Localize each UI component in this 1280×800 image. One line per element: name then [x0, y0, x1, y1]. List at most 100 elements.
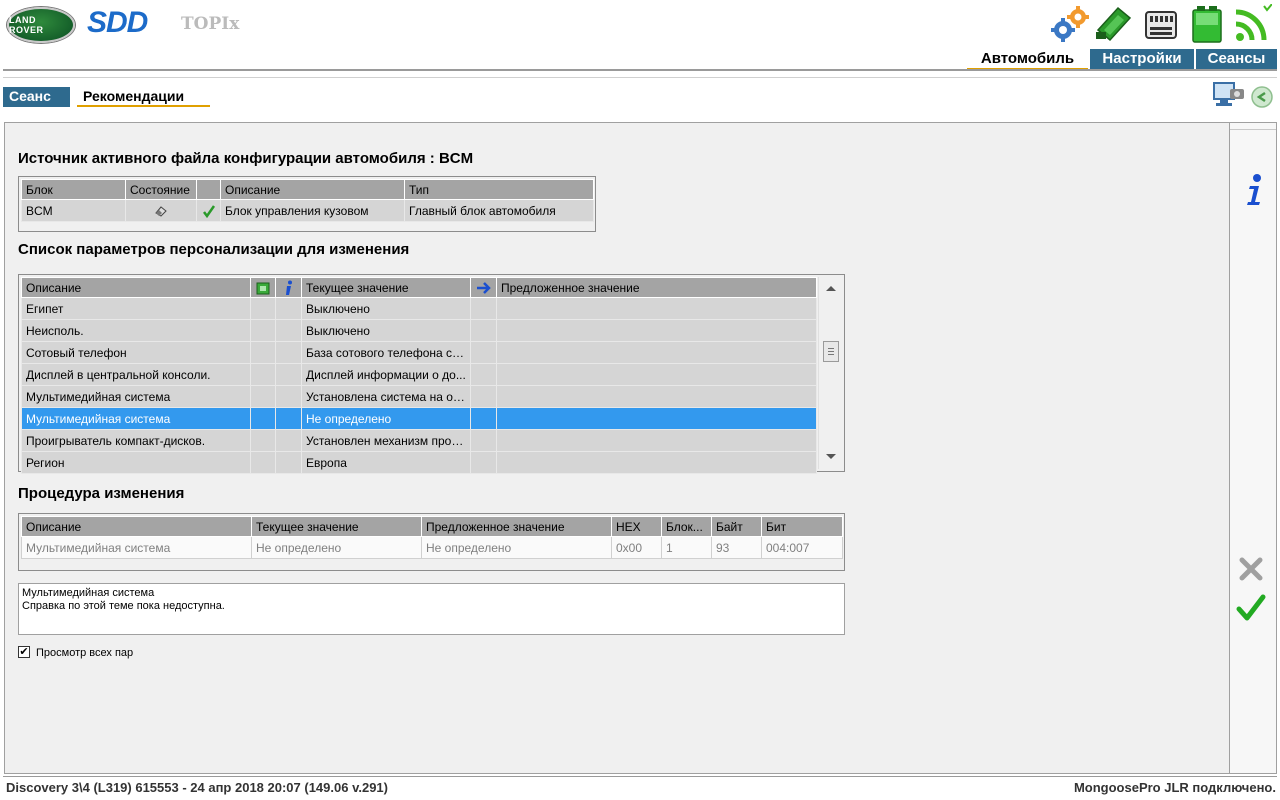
- cell-description: Мультимедийная система: [21, 385, 251, 408]
- col-header-description[interactable]: Описание: [21, 277, 251, 298]
- checkmark-icon: [202, 205, 215, 218]
- cell-arrow: [470, 319, 497, 342]
- col-header-current-value[interactable]: Текущее значение: [301, 277, 471, 298]
- cell-info: [275, 319, 302, 342]
- topix-link[interactable]: TOPIx: [181, 14, 239, 34]
- back-icon[interactable]: [1250, 85, 1274, 109]
- cell-module: [250, 297, 276, 320]
- table-row[interactable]: Египет Выключено: [21, 297, 817, 320]
- info-icon[interactable]: [1244, 173, 1264, 207]
- settings-gears-icon[interactable]: [1049, 4, 1089, 44]
- module-icon: [256, 282, 270, 295]
- cell-current: Не определено: [251, 536, 422, 559]
- tab-sessions[interactable]: Сеансы: [1196, 49, 1277, 71]
- table-row[interactable]: Неисполь. Выключено: [21, 319, 817, 342]
- col-header-block[interactable]: Блок...: [661, 516, 712, 537]
- cell-description: Мультимедийная система: [21, 536, 252, 559]
- status-divider: [3, 776, 1277, 777]
- col-header-description[interactable]: Описание: [220, 179, 405, 200]
- col-header-hex[interactable]: HEX: [611, 516, 662, 537]
- source-section-title: Источник активного файла конфигурации ав…: [18, 150, 474, 167]
- show-all-pairs-label: Просмотр всех пар: [36, 647, 134, 659]
- scroll-down-arrow-icon[interactable]: [826, 454, 836, 459]
- cell-current: База сотового телефона с b...: [301, 341, 471, 364]
- cell-module: [250, 341, 276, 364]
- col-header-description[interactable]: Описание: [21, 516, 252, 537]
- subtab-recommendations[interactable]: Рекомендации: [77, 87, 210, 107]
- cell-proposed: [496, 429, 817, 452]
- col-header-byte[interactable]: Байт: [711, 516, 762, 537]
- cell-bit: 004:007: [761, 536, 843, 559]
- tab-vehicle[interactable]: Автомобиль: [967, 49, 1088, 71]
- source-table: Блок Состояние Описание Тип BCM Блок упр…: [21, 179, 594, 222]
- table-row-selected[interactable]: Мультимедийная система Не определено: [21, 407, 817, 430]
- params-scrollbar[interactable]: [818, 277, 842, 469]
- table-row[interactable]: Мультимедийная система Установлена систем…: [21, 385, 817, 408]
- col-header-type[interactable]: Тип: [404, 179, 594, 200]
- ecu-module-icon[interactable]: [1141, 4, 1181, 44]
- cell-current: Европа: [301, 451, 471, 474]
- table-row[interactable]: Регион Европа: [21, 451, 817, 474]
- wireless-signal-icon[interactable]: [1232, 4, 1272, 44]
- cell-info: [275, 429, 302, 452]
- subnav-divider: [3, 77, 1277, 78]
- params-table: Описание Текущее значение Предложенное з…: [21, 277, 817, 474]
- scroll-thumb[interactable]: [823, 341, 839, 362]
- procedure-section-title: Процедура изменения: [18, 485, 185, 502]
- cell-arrow: [470, 407, 497, 430]
- col-header-current-value[interactable]: Текущее значение: [251, 516, 422, 537]
- table-row[interactable]: Проигрыватель компакт-дисков. Установлен …: [21, 429, 817, 452]
- help-text: Справка по этой теме пока недоступна.: [22, 600, 225, 612]
- table-row[interactable]: Сотовый телефон База сотового телефона с …: [21, 341, 817, 364]
- table-row[interactable]: Дисплей в центральной консоли. Дисплей ин…: [21, 363, 817, 386]
- col-header-proposed-value[interactable]: Предложенное значение: [421, 516, 612, 537]
- cell-current: Дисплей информации о до...: [301, 363, 471, 386]
- status-vehicle-info: Discovery 3\4 (L319) 615553 - 24 апр 201…: [6, 780, 388, 795]
- cell-info: [275, 363, 302, 386]
- col-header-arrow[interactable]: [470, 277, 497, 298]
- screenshot-icon[interactable]: [1212, 79, 1246, 109]
- table-row[interactable]: Мультимедийная система Не определено Не …: [21, 536, 843, 559]
- cell-description: Дисплей в центральной консоли.: [21, 363, 251, 386]
- main-panel: Источник активного файла конфигурации ав…: [4, 122, 1230, 774]
- cell-block: 1: [661, 536, 712, 559]
- cell-module: [250, 407, 276, 430]
- scroll-up-arrow-icon[interactable]: [826, 286, 836, 291]
- cell-proposed: [496, 407, 817, 430]
- help-text-box[interactable]: Мультимедийная система Справка по этой т…: [18, 583, 845, 635]
- vehicle-interface-icon[interactable]: [1094, 4, 1134, 44]
- tab-settings[interactable]: Настройки: [1090, 49, 1194, 71]
- cell-arrow: [470, 451, 497, 474]
- show-all-pairs-checkbox[interactable]: ✔: [18, 646, 30, 658]
- cell-module: [250, 429, 276, 452]
- col-header-proposed-value[interactable]: Предложенное значение: [496, 277, 817, 298]
- cell-proposed: [496, 319, 817, 342]
- col-header-info[interactable]: [275, 277, 302, 298]
- right-action-bar: [1230, 122, 1277, 774]
- cancel-icon[interactable]: [1238, 556, 1264, 582]
- col-header-state[interactable]: Состояние: [125, 179, 197, 200]
- procedure-table-frame: Описание Текущее значение Предложенное з…: [18, 513, 845, 571]
- cell-module: [250, 451, 276, 474]
- cell-hex: 0x00: [611, 536, 662, 559]
- battery-icon[interactable]: [1187, 4, 1227, 44]
- cell-module: [250, 319, 276, 342]
- cell-proposed: [496, 385, 817, 408]
- help-title: Мультимедийная система: [22, 587, 155, 599]
- info-icon: [285, 280, 292, 295]
- col-header-module[interactable]: [250, 277, 276, 298]
- cell-description: Проигрыватель компакт-дисков.: [21, 429, 251, 452]
- subtab-session[interactable]: Сеанс: [3, 87, 70, 107]
- col-header-block[interactable]: Блок: [21, 179, 126, 200]
- confirm-icon[interactable]: [1236, 593, 1266, 623]
- col-header-bit[interactable]: Бит: [761, 516, 843, 537]
- table-row[interactable]: BCM Блок управления кузовом Главный блок…: [21, 199, 594, 222]
- status-connection: MongoosePro JLR подключено.: [1073, 780, 1276, 795]
- cell-proposed: [496, 297, 817, 320]
- cell-type: Главный блок автомобиля: [404, 199, 594, 222]
- cell-byte: 93: [711, 536, 762, 559]
- col-header-ok[interactable]: [196, 179, 221, 200]
- cell-description: Египет: [21, 297, 251, 320]
- cell-info: [275, 451, 302, 474]
- cell-arrow: [470, 385, 497, 408]
